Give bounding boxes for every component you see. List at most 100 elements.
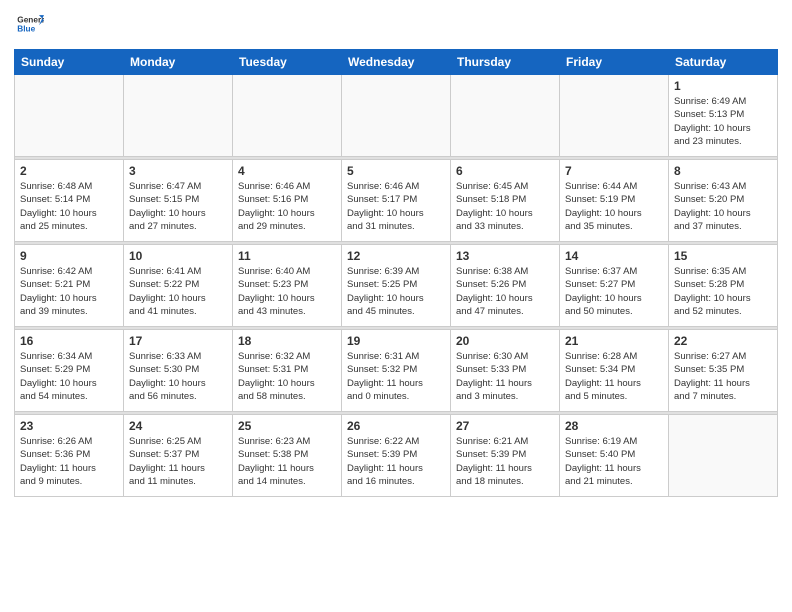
day-number: 11 [238, 249, 336, 263]
day-number: 14 [565, 249, 663, 263]
day-cell [669, 415, 778, 497]
day-cell: 8 Sunrise: 6:43 AM Sunset: 5:20 PM Daylig… [669, 160, 778, 242]
day-cell: 2 Sunrise: 6:48 AM Sunset: 5:14 PM Daylig… [15, 160, 124, 242]
day-number: 1 [674, 79, 772, 93]
day-cell: 6 Sunrise: 6:45 AM Sunset: 5:18 PM Daylig… [451, 160, 560, 242]
day-number: 2 [20, 164, 118, 178]
day-number: 20 [456, 334, 554, 348]
day-cell: 28 Sunrise: 6:19 AM Sunset: 5:40 PM Dayli… [560, 415, 669, 497]
day-number: 19 [347, 334, 445, 348]
weekday-header-row: SundayMondayTuesdayWednesdayThursdayFrid… [15, 50, 778, 75]
day-cell: 24 Sunrise: 6:25 AM Sunset: 5:37 PM Dayli… [124, 415, 233, 497]
week-row-1: 1 Sunrise: 6:49 AM Sunset: 5:13 PM Daylig… [15, 75, 778, 157]
weekday-header-monday: Monday [124, 50, 233, 75]
weekday-header-thursday: Thursday [451, 50, 560, 75]
day-cell: 15 Sunrise: 6:35 AM Sunset: 5:28 PM Dayli… [669, 245, 778, 327]
day-cell: 20 Sunrise: 6:30 AM Sunset: 5:33 PM Dayli… [451, 330, 560, 412]
day-info: Sunrise: 6:34 AM Sunset: 5:29 PM Dayligh… [20, 350, 118, 403]
day-info: Sunrise: 6:46 AM Sunset: 5:16 PM Dayligh… [238, 180, 336, 233]
day-cell: 22Sunrise: 6:27 AM Sunset: 5:35 PM Dayli… [669, 330, 778, 412]
day-info: Sunrise: 6:35 AM Sunset: 5:28 PM Dayligh… [674, 265, 772, 318]
day-number: 21 [565, 334, 663, 348]
day-info: Sunrise: 6:21 AM Sunset: 5:39 PM Dayligh… [456, 435, 554, 488]
day-info: Sunrise: 6:23 AM Sunset: 5:38 PM Dayligh… [238, 435, 336, 488]
day-number: 12 [347, 249, 445, 263]
day-number: 7 [565, 164, 663, 178]
day-info: Sunrise: 6:38 AM Sunset: 5:26 PM Dayligh… [456, 265, 554, 318]
day-info: Sunrise: 6:48 AM Sunset: 5:14 PM Dayligh… [20, 180, 118, 233]
day-info: Sunrise: 6:26 AM Sunset: 5:36 PM Dayligh… [20, 435, 118, 488]
day-info: Sunrise: 6:32 AM Sunset: 5:31 PM Dayligh… [238, 350, 336, 403]
day-number: 17 [129, 334, 227, 348]
day-cell [233, 75, 342, 157]
day-cell: 3Sunrise: 6:47 AM Sunset: 5:15 PM Daylig… [124, 160, 233, 242]
day-cell: 5 Sunrise: 6:46 AM Sunset: 5:17 PM Daylig… [342, 160, 451, 242]
day-info: Sunrise: 6:19 AM Sunset: 5:40 PM Dayligh… [565, 435, 663, 488]
day-info: Sunrise: 6:46 AM Sunset: 5:17 PM Dayligh… [347, 180, 445, 233]
day-cell: 9 Sunrise: 6:42 AM Sunset: 5:21 PM Daylig… [15, 245, 124, 327]
day-number: 25 [238, 419, 336, 433]
day-number: 27 [456, 419, 554, 433]
day-info: Sunrise: 6:33 AM Sunset: 5:30 PM Dayligh… [129, 350, 227, 403]
day-cell: 4 Sunrise: 6:46 AM Sunset: 5:16 PM Daylig… [233, 160, 342, 242]
day-cell: 21 Sunrise: 6:28 AM Sunset: 5:34 PM Dayli… [560, 330, 669, 412]
day-info: Sunrise: 6:44 AM Sunset: 5:19 PM Dayligh… [565, 180, 663, 233]
day-number: 24 [129, 419, 227, 433]
day-info: Sunrise: 6:39 AM Sunset: 5:25 PM Dayligh… [347, 265, 445, 318]
logo-icon: General Blue [16, 10, 44, 38]
day-number: 23 [20, 419, 118, 433]
day-number: 10 [129, 249, 227, 263]
day-info: Sunrise: 6:30 AM Sunset: 5:33 PM Dayligh… [456, 350, 554, 403]
day-cell: 1 Sunrise: 6:49 AM Sunset: 5:13 PM Daylig… [669, 75, 778, 157]
logo: General Blue [14, 10, 44, 43]
weekday-header-friday: Friday [560, 50, 669, 75]
day-cell: 25 Sunrise: 6:23 AM Sunset: 5:38 PM Dayli… [233, 415, 342, 497]
day-info: Sunrise: 6:25 AM Sunset: 5:37 PM Dayligh… [129, 435, 227, 488]
day-number: 15 [674, 249, 772, 263]
day-info: Sunrise: 6:28 AM Sunset: 5:34 PM Dayligh… [565, 350, 663, 403]
day-cell: 13 Sunrise: 6:38 AM Sunset: 5:26 PM Dayli… [451, 245, 560, 327]
day-number: 16 [20, 334, 118, 348]
day-number: 26 [347, 419, 445, 433]
day-number: 28 [565, 419, 663, 433]
day-cell: 27 Sunrise: 6:21 AM Sunset: 5:39 PM Dayli… [451, 415, 560, 497]
day-info: Sunrise: 6:27 AM Sunset: 5:35 PM Dayligh… [674, 350, 772, 403]
calendar: SundayMondayTuesdayWednesdayThursdayFrid… [14, 49, 778, 497]
day-number: 4 [238, 164, 336, 178]
day-info: Sunrise: 6:45 AM Sunset: 5:18 PM Dayligh… [456, 180, 554, 233]
day-cell: 10 Sunrise: 6:41 AM Sunset: 5:22 PM Dayli… [124, 245, 233, 327]
weekday-header-sunday: Sunday [15, 50, 124, 75]
weekday-header-wednesday: Wednesday [342, 50, 451, 75]
day-cell [15, 75, 124, 157]
svg-text:Blue: Blue [17, 25, 35, 34]
day-number: 5 [347, 164, 445, 178]
day-cell [560, 75, 669, 157]
day-cell: 18 Sunrise: 6:32 AM Sunset: 5:31 PM Dayli… [233, 330, 342, 412]
week-row-4: 16 Sunrise: 6:34 AM Sunset: 5:29 PM Dayli… [15, 330, 778, 412]
day-cell: 16 Sunrise: 6:34 AM Sunset: 5:29 PM Dayli… [15, 330, 124, 412]
day-info: Sunrise: 6:41 AM Sunset: 5:22 PM Dayligh… [129, 265, 227, 318]
week-row-3: 9 Sunrise: 6:42 AM Sunset: 5:21 PM Daylig… [15, 245, 778, 327]
day-number: 6 [456, 164, 554, 178]
day-cell: 17 Sunrise: 6:33 AM Sunset: 5:30 PM Dayli… [124, 330, 233, 412]
day-cell: 14 Sunrise: 6:37 AM Sunset: 5:27 PM Dayli… [560, 245, 669, 327]
week-row-2: 2 Sunrise: 6:48 AM Sunset: 5:14 PM Daylig… [15, 160, 778, 242]
day-number: 3 [129, 164, 227, 178]
page: General Blue SundayMondayTuesdayWednesda… [0, 0, 792, 511]
day-number: 18 [238, 334, 336, 348]
day-info: Sunrise: 6:37 AM Sunset: 5:27 PM Dayligh… [565, 265, 663, 318]
day-number: 13 [456, 249, 554, 263]
header: General Blue [14, 10, 778, 43]
day-cell [124, 75, 233, 157]
day-number: 9 [20, 249, 118, 263]
day-cell: 23 Sunrise: 6:26 AM Sunset: 5:36 PM Dayli… [15, 415, 124, 497]
day-info: Sunrise: 6:43 AM Sunset: 5:20 PM Dayligh… [674, 180, 772, 233]
day-cell: 26Sunrise: 6:22 AM Sunset: 5:39 PM Dayli… [342, 415, 451, 497]
day-number: 8 [674, 164, 772, 178]
day-info: Sunrise: 6:49 AM Sunset: 5:13 PM Dayligh… [674, 95, 772, 148]
day-cell [451, 75, 560, 157]
day-cell: 11Sunrise: 6:40 AM Sunset: 5:23 PM Dayli… [233, 245, 342, 327]
weekday-header-tuesday: Tuesday [233, 50, 342, 75]
day-cell: 12 Sunrise: 6:39 AM Sunset: 5:25 PM Dayli… [342, 245, 451, 327]
day-info: Sunrise: 6:42 AM Sunset: 5:21 PM Dayligh… [20, 265, 118, 318]
